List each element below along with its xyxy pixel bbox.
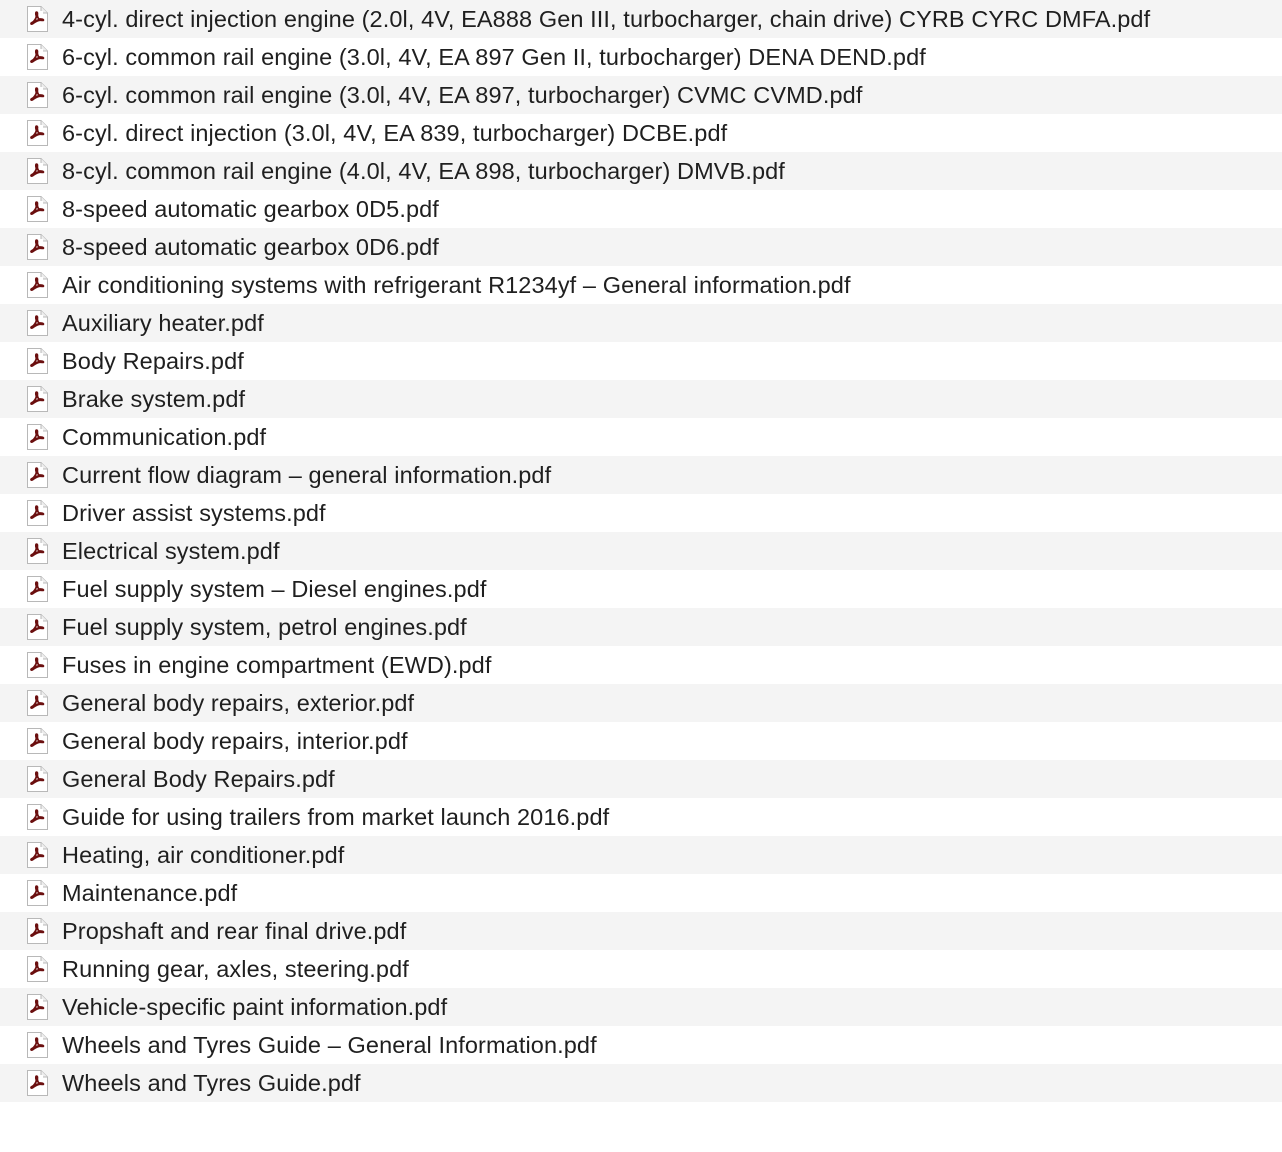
- pdf-file-icon: [27, 842, 48, 868]
- pdf-file-icon: [27, 386, 48, 412]
- file-name: General Body Repairs.pdf: [62, 765, 335, 792]
- file-list: 4-cyl. direct injection engine (2.0l, 4V…: [0, 0, 1282, 1152]
- pdf-file-icon: [27, 1032, 48, 1058]
- pdf-file-icon: [27, 196, 48, 222]
- file-name: Current flow diagram – general informati…: [62, 461, 552, 488]
- file-row[interactable]: Air conditioning systems with refrigeran…: [0, 266, 1282, 304]
- file-row[interactable]: Wheels and Tyres Guide – General Informa…: [0, 1026, 1282, 1064]
- file-row[interactable]: 6-cyl. common rail engine (3.0l, 4V, EA …: [0, 76, 1282, 114]
- pdf-file-icon: [27, 310, 48, 336]
- file-name: Wheels and Tyres Guide – General Informa…: [62, 1031, 597, 1058]
- pdf-file-icon: [27, 424, 48, 450]
- file-name: Air conditioning systems with refrigeran…: [62, 271, 851, 298]
- file-name: Electrical system.pdf: [62, 537, 280, 564]
- file-row[interactable]: Fuel supply system – Diesel engines.pdf: [0, 570, 1282, 608]
- file-row[interactable]: Guide for using trailers from market lau…: [0, 798, 1282, 836]
- file-row[interactable]: General body repairs, interior.pdf: [0, 722, 1282, 760]
- pdf-file-icon: [27, 880, 48, 906]
- pdf-file-icon: [27, 652, 48, 678]
- pdf-file-icon: [27, 500, 48, 526]
- file-row[interactable]: Propshaft and rear final drive.pdf: [0, 912, 1282, 950]
- file-name: Guide for using trailers from market lau…: [62, 803, 610, 830]
- file-row[interactable]: Heating, air conditioner.pdf: [0, 836, 1282, 874]
- file-row[interactable]: 6-cyl. common rail engine (3.0l, 4V, EA …: [0, 38, 1282, 76]
- file-name: 8-speed automatic gearbox 0D5.pdf: [62, 195, 439, 222]
- file-name: General body repairs, exterior.pdf: [62, 689, 415, 716]
- pdf-file-icon: [27, 272, 48, 298]
- file-name: Heating, air conditioner.pdf: [62, 841, 345, 868]
- pdf-file-icon: [27, 576, 48, 602]
- pdf-file-icon: [27, 462, 48, 488]
- file-name: Communication.pdf: [62, 423, 267, 450]
- file-name: Maintenance.pdf: [62, 879, 238, 906]
- pdf-file-icon: [27, 804, 48, 830]
- file-name: 6-cyl. direct injection (3.0l, 4V, EA 83…: [62, 119, 728, 146]
- file-row[interactable]: Fuses in engine compartment (EWD).pdf: [0, 646, 1282, 684]
- empty-row: [0, 1102, 1282, 1140]
- file-row[interactable]: Vehicle-specific paint information.pdf: [0, 988, 1282, 1026]
- pdf-file-icon: [27, 348, 48, 374]
- pdf-file-icon: [27, 690, 48, 716]
- file-row[interactable]: 8-speed automatic gearbox 0D6.pdf: [0, 228, 1282, 266]
- file-name: 6-cyl. common rail engine (3.0l, 4V, EA …: [62, 81, 863, 108]
- file-name: 8-speed automatic gearbox 0D6.pdf: [62, 233, 439, 260]
- file-row[interactable]: Running gear, axles, steering.pdf: [0, 950, 1282, 988]
- file-name: Brake system.pdf: [62, 385, 246, 412]
- file-name: Auxiliary heater.pdf: [62, 309, 264, 336]
- pdf-file-icon: [27, 918, 48, 944]
- file-row[interactable]: 6-cyl. direct injection (3.0l, 4V, EA 83…: [0, 114, 1282, 152]
- file-row[interactable]: Brake system.pdf: [0, 380, 1282, 418]
- pdf-file-icon: [27, 1070, 48, 1096]
- file-name: 8-cyl. common rail engine (4.0l, 4V, EA …: [62, 157, 785, 184]
- file-row[interactable]: Fuel supply system, petrol engines.pdf: [0, 608, 1282, 646]
- file-row[interactable]: 4-cyl. direct injection engine (2.0l, 4V…: [0, 0, 1282, 38]
- file-name: Running gear, axles, steering.pdf: [62, 955, 409, 982]
- pdf-file-icon: [27, 158, 48, 184]
- file-row[interactable]: General body repairs, exterior.pdf: [0, 684, 1282, 722]
- pdf-file-icon: [27, 956, 48, 982]
- file-row[interactable]: 8-cyl. common rail engine (4.0l, 4V, EA …: [0, 152, 1282, 190]
- file-row[interactable]: Driver assist systems.pdf: [0, 494, 1282, 532]
- file-name: Fuel supply system, petrol engines.pdf: [62, 613, 467, 640]
- pdf-file-icon: [27, 82, 48, 108]
- file-name: 6-cyl. common rail engine (3.0l, 4V, EA …: [62, 43, 926, 70]
- file-name: Fuel supply system – Diesel engines.pdf: [62, 575, 487, 602]
- file-name: 4-cyl. direct injection engine (2.0l, 4V…: [62, 5, 1151, 32]
- file-name: Body Repairs.pdf: [62, 347, 244, 374]
- pdf-file-icon: [27, 728, 48, 754]
- file-row[interactable]: Wheels and Tyres Guide.pdf: [0, 1064, 1282, 1102]
- file-row[interactable]: Communication.pdf: [0, 418, 1282, 456]
- pdf-file-icon: [27, 44, 48, 70]
- file-row[interactable]: 8-speed automatic gearbox 0D5.pdf: [0, 190, 1282, 228]
- file-name: Propshaft and rear final drive.pdf: [62, 917, 407, 944]
- pdf-file-icon: [27, 538, 48, 564]
- pdf-file-icon: [27, 234, 48, 260]
- pdf-file-icon: [27, 6, 48, 32]
- file-name: Wheels and Tyres Guide.pdf: [62, 1069, 361, 1096]
- file-row[interactable]: Maintenance.pdf: [0, 874, 1282, 912]
- file-name: Driver assist systems.pdf: [62, 499, 326, 526]
- file-name: General body repairs, interior.pdf: [62, 727, 408, 754]
- pdf-file-icon: [27, 120, 48, 146]
- file-row[interactable]: Current flow diagram – general informati…: [0, 456, 1282, 494]
- pdf-file-icon: [27, 614, 48, 640]
- file-name: Fuses in engine compartment (EWD).pdf: [62, 651, 492, 678]
- file-row[interactable]: General Body Repairs.pdf: [0, 760, 1282, 798]
- file-row[interactable]: Auxiliary heater.pdf: [0, 304, 1282, 342]
- pdf-file-icon: [27, 994, 48, 1020]
- file-row[interactable]: Electrical system.pdf: [0, 532, 1282, 570]
- pdf-file-icon: [27, 766, 48, 792]
- file-name: Vehicle-specific paint information.pdf: [62, 993, 448, 1020]
- file-row[interactable]: Body Repairs.pdf: [0, 342, 1282, 380]
